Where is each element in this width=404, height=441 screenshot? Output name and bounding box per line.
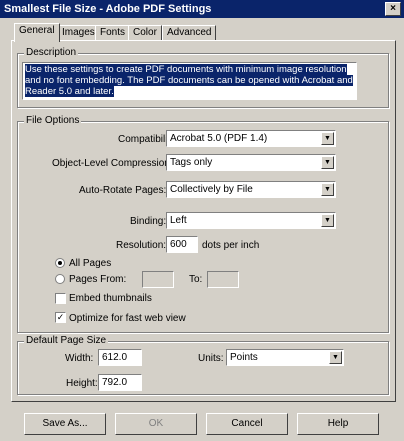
units-label: Units: [198,353,224,364]
height-input[interactable]: 792.0 [98,374,142,391]
binding-select[interactable]: Left ▼ [166,212,336,229]
close-button[interactable]: × [385,2,401,16]
embed-thumbnails-label: Embed thumbnails [69,293,152,304]
height-label: Height: [66,378,98,389]
pages-to-label: To: [189,274,203,285]
chevron-down-icon: ▼ [321,132,334,145]
chevron-down-icon: ▼ [321,156,334,169]
tab-color[interactable]: Color [128,25,162,41]
pages-from-radio[interactable] [55,274,65,284]
window-title: Smallest File Size - Adobe PDF Settings [4,3,212,15]
save-as-button[interactable]: Save As... [24,413,106,435]
all-pages-label: All Pages [69,258,112,269]
resolution-input[interactable]: 600 [166,236,198,253]
cancel-button[interactable]: Cancel [206,413,288,435]
compatibility-select[interactable]: Acrobat 5.0 (PDF 1.4) ▼ [166,130,336,147]
tab-advanced[interactable]: Advanced [162,25,217,41]
object-compression-label: Object-Level Compression: [52,158,173,169]
description-text[interactable]: Use these settings to create PDF documen… [22,62,357,100]
optimize-web-label: Optimize for fast web view [69,313,186,324]
ok-button[interactable]: OK [115,413,197,435]
tab-general[interactable]: General [14,23,60,42]
pages-to-input[interactable] [207,271,239,288]
window-title-bar[interactable]: Smallest File Size - Adobe PDF Settings … [0,0,404,18]
pages-from-label: Pages From: [69,274,127,285]
resolution-unit: dots per inch [202,240,260,251]
tab-images[interactable]: Images [57,25,100,41]
chevron-down-icon: ▼ [321,214,334,227]
object-compression-select[interactable]: Tags only ▼ [166,154,336,171]
resolution-label: Resolution: [116,240,167,251]
check-icon: ✓ [56,312,65,322]
chevron-down-icon: ▼ [321,183,334,196]
pages-from-input[interactable] [142,271,174,288]
width-label: Width: [65,353,94,364]
all-pages-radio[interactable] [55,258,65,268]
width-input[interactable]: 612.0 [98,349,142,366]
tab-fonts[interactable]: Fonts [95,25,131,41]
file-options-legend: File Options [24,115,82,126]
units-select[interactable]: Points ▼ [226,349,344,366]
binding-label: Binding: [130,216,167,227]
embed-thumbnails-checkbox[interactable] [55,293,66,304]
auto-rotate-select[interactable]: Collectively by File ▼ [166,181,336,198]
auto-rotate-label: Auto-Rotate Pages: [79,185,167,196]
help-button[interactable]: Help [297,413,379,435]
close-icon: × [390,3,396,14]
description-legend: Description [24,47,79,58]
optimize-web-checkbox[interactable]: ✓ [55,312,66,323]
chevron-down-icon: ▼ [329,351,342,364]
page-size-legend: Default Page Size [24,335,109,346]
